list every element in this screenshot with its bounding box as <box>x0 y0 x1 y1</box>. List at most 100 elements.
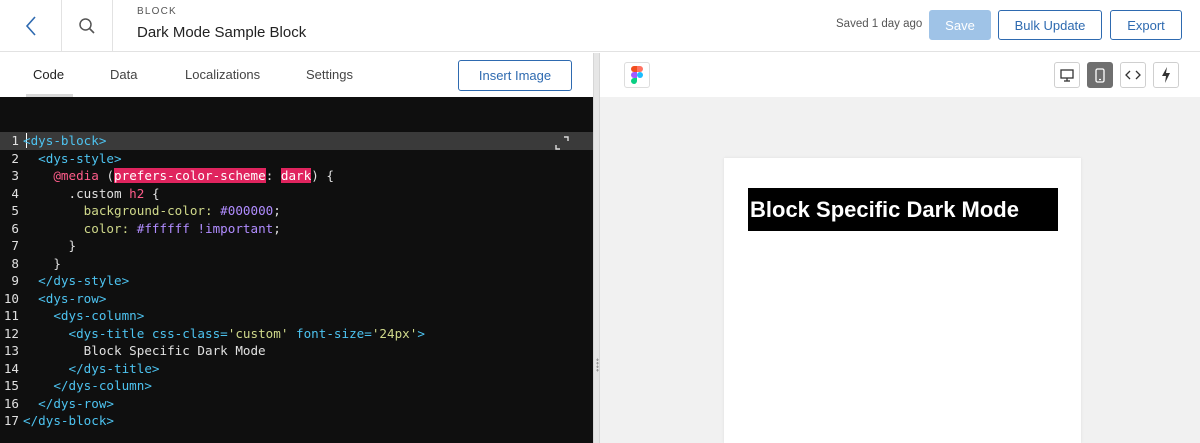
search-button[interactable] <box>62 0 113 52</box>
figma-button[interactable] <box>624 62 650 88</box>
code-token: #000000 <box>220 203 274 218</box>
tab-localizations[interactable]: Localizations <box>185 53 260 97</box>
code-token: <dys-style> <box>38 150 122 166</box>
code-token: <dys-title <box>68 325 145 341</box>
line-number: 16 <box>3 395 19 411</box>
back-button[interactable] <box>0 0 62 52</box>
code-line: 16 </dys-row> <box>0 395 114 413</box>
code-token: </dys-row> <box>38 395 114 411</box>
code-token: .custom <box>68 185 122 201</box>
line-number: 1 <box>11 133 19 148</box>
code-token-highlighted: prefers-color-scheme <box>114 168 266 183</box>
mobile-view-button[interactable] <box>1087 62 1113 88</box>
code-token: '24px' <box>371 325 418 341</box>
code-view-button[interactable] <box>1120 62 1146 88</box>
code-token: ( <box>106 168 115 183</box>
code-token: { <box>151 185 160 201</box>
saved-status: Saved 1 day ago <box>836 18 923 30</box>
code-token: @media <box>53 168 99 183</box>
entity-type-label: BLOCK <box>137 6 177 17</box>
line-number: 4 <box>11 185 19 201</box>
code-token: h2 <box>129 185 145 201</box>
tab-settings[interactable]: Settings <box>306 53 353 97</box>
code-token: ; <box>273 220 281 236</box>
figma-icon <box>631 66 643 84</box>
code-line: 9 </dys-style> <box>0 272 129 290</box>
line-number: 5 <box>11 203 19 218</box>
mobile-preview-frame: Block Specific Dark Mode <box>724 158 1081 443</box>
code-token: <dys-row> <box>38 290 107 306</box>
line-number: 13 <box>3 343 19 358</box>
tab-data[interactable]: Data <box>110 53 137 97</box>
code-line: 12 <dys-title css-class='custom' font-si… <box>0 325 425 343</box>
code-line: 13 Block Specific Dark Mode <box>0 342 266 360</box>
code-line: 8 } <box>0 255 61 273</box>
code-line: 6 color: #ffffff !important; <box>0 220 281 238</box>
code-token: } <box>53 255 61 271</box>
lightning-icon <box>1162 67 1170 83</box>
lightning-button[interactable] <box>1153 62 1179 88</box>
line-number: 11 <box>3 308 19 323</box>
code-token: <dys-column> <box>53 308 145 323</box>
code-line: 11 <dys-column> <box>0 307 145 325</box>
code-line: 5 background-color: #000000; <box>0 202 281 220</box>
code-line: 1 <dys-block> <box>0 132 106 150</box>
code-token: #ffffff <box>136 220 190 236</box>
code-line: 14 </dys-title> <box>0 360 160 378</box>
code-token: background-color: <box>83 203 213 218</box>
code-line: 10 <dys-row> <box>0 290 107 308</box>
code-line: 2 <dys-style> <box>0 150 122 168</box>
fullscreen-icon[interactable] <box>555 136 569 150</box>
code-token: font-size= <box>296 325 372 341</box>
editor-tabs: Code Data Localizations Settings Insert … <box>0 53 593 97</box>
code-token-highlighted: dark <box>280 168 312 183</box>
code-editor[interactable]: 1 <dys-block> 2 <dys-style> 3 @media (pre… <box>0 97 593 443</box>
code-icon <box>1125 70 1141 80</box>
chevron-left-icon <box>25 16 36 36</box>
code-token: ; <box>273 203 281 218</box>
code-line: 15 </dys-column> <box>0 377 152 395</box>
line-number: 2 <box>11 150 19 166</box>
code-line: 7 } <box>0 237 76 255</box>
line-number: 12 <box>3 325 19 341</box>
block-title: Dark Mode Sample Block <box>137 24 307 41</box>
code-token: !important <box>197 220 274 236</box>
desktop-view-button[interactable] <box>1054 62 1080 88</box>
save-button[interactable]: Save <box>929 10 991 40</box>
code-token: <dys-block> <box>23 133 107 148</box>
code-token: } <box>68 238 77 253</box>
export-button[interactable]: Export <box>1110 10 1182 40</box>
top-header: BLOCK Dark Mode Sample Block Saved 1 day… <box>0 0 1200 52</box>
line-number: 8 <box>11 255 19 271</box>
mobile-icon <box>1095 67 1105 83</box>
code-token: 'custom' <box>227 325 289 341</box>
code-token: ) { <box>311 168 334 183</box>
code-token: </dys-block> <box>23 413 114 428</box>
rendered-block-title: Block Specific Dark Mode <box>748 188 1058 231</box>
code-line: 4 .custom h2 { <box>0 185 160 203</box>
code-token: </dys-style> <box>38 273 130 288</box>
pane-splitter[interactable] <box>593 53 600 443</box>
line-number: 14 <box>3 360 19 376</box>
bulk-update-button[interactable]: Bulk Update <box>998 10 1102 40</box>
line-number: 6 <box>11 220 19 236</box>
search-icon <box>79 18 95 34</box>
line-number: 17 <box>3 413 19 428</box>
drag-handle-icon <box>595 358 599 372</box>
preview-toolbar <box>600 53 1200 97</box>
preview-area: Block Specific Dark Mode <box>600 97 1200 443</box>
line-number: 3 <box>11 168 19 183</box>
code-line: 17 </dys-block> <box>0 412 114 430</box>
code-token: </dys-title> <box>68 360 160 376</box>
code-token: > <box>417 325 425 341</box>
line-number: 10 <box>3 290 19 306</box>
code-token: Block Specific Dark Mode <box>83 343 266 358</box>
line-number: 15 <box>3 378 19 393</box>
tab-code[interactable]: Code <box>33 53 64 97</box>
code-token: : <box>265 168 274 183</box>
line-number: 7 <box>11 238 19 253</box>
line-number: 9 <box>11 273 19 288</box>
code-token: color: <box>83 220 130 236</box>
code-token: css-class= <box>151 325 228 341</box>
insert-image-button[interactable]: Insert Image <box>458 60 572 91</box>
